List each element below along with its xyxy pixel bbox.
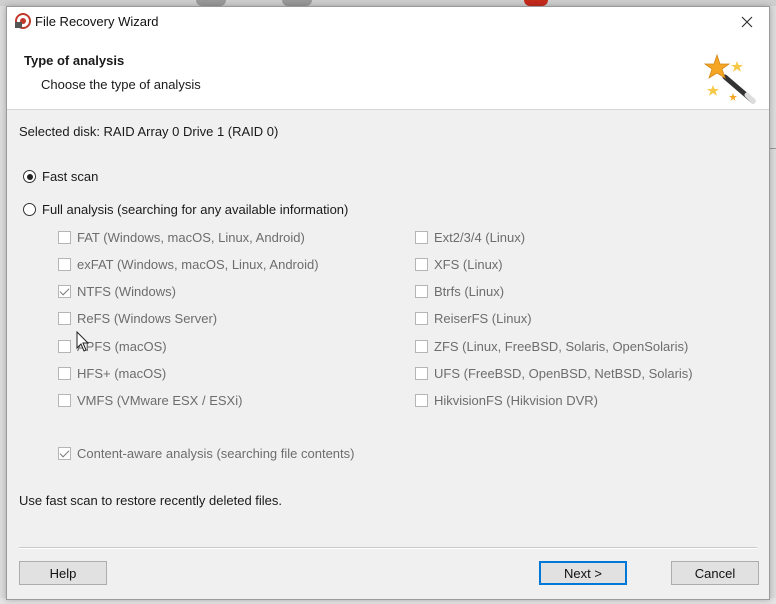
- page-title: Type of analysis: [24, 53, 125, 68]
- fast-scan-label[interactable]: Fast scan: [42, 169, 98, 184]
- content-aware-label[interactable]: Content-aware analysis (searching file c…: [77, 446, 354, 461]
- hikvisionfs-label[interactable]: HikvisionFS (Hikvision DVR): [434, 393, 598, 408]
- full-analysis-label[interactable]: Full analysis (searching for any availab…: [42, 202, 348, 217]
- refs-checkbox[interactable]: [58, 312, 71, 325]
- reiserfs-checkbox[interactable]: [415, 312, 428, 325]
- title-bar[interactable]: File Recovery Wizard: [7, 7, 769, 37]
- hfs-plus-checkbox[interactable]: [58, 367, 71, 380]
- wizard-header: Type of analysis Choose the type of anal…: [7, 37, 769, 110]
- background-element: [770, 148, 776, 149]
- wizard-content: Selected disk: RAID Array 0 Drive 1 (RAI…: [7, 110, 769, 599]
- xfs-label[interactable]: XFS (Linux): [434, 257, 503, 272]
- ext-label[interactable]: Ext2/3/4 (Linux): [434, 230, 525, 245]
- next-button[interactable]: Next >: [539, 561, 627, 585]
- fat-checkbox[interactable]: [58, 231, 71, 244]
- ntfs-label[interactable]: NTFS (Windows): [77, 284, 176, 299]
- apfs-label[interactable]: APFS (macOS): [77, 339, 167, 354]
- refs-label[interactable]: ReFS (Windows Server): [77, 311, 217, 326]
- zfs-checkbox[interactable]: [415, 340, 428, 353]
- btrfs-checkbox[interactable]: [415, 285, 428, 298]
- vmfs-checkbox[interactable]: [58, 394, 71, 407]
- content-aware-checkbox[interactable]: [58, 447, 71, 460]
- hint-text: Use fast scan to restore recently delete…: [19, 493, 283, 508]
- cancel-button[interactable]: Cancel: [671, 561, 759, 585]
- zfs-label[interactable]: ZFS (Linux, FreeBSD, Solaris, OpenSolari…: [434, 339, 688, 354]
- ntfs-checkbox[interactable]: [58, 285, 71, 298]
- file-recovery-wizard-dialog: File Recovery Wizard Type of analysis Ch…: [6, 6, 770, 600]
- full-analysis-radio[interactable]: [23, 203, 36, 216]
- ufs-checkbox[interactable]: [415, 367, 428, 380]
- vmfs-label[interactable]: VMFS (VMware ESX / ESXi): [77, 393, 242, 408]
- help-button[interactable]: Help: [19, 561, 107, 585]
- selected-disk-label: Selected disk: RAID Array 0 Drive 1 (RAI…: [19, 124, 279, 139]
- xfs-checkbox[interactable]: [415, 258, 428, 271]
- fat-label[interactable]: FAT (Windows, macOS, Linux, Android): [77, 230, 305, 245]
- ufs-label[interactable]: UFS (FreeBSD, OpenBSD, NetBSD, Solaris): [434, 366, 693, 381]
- close-button[interactable]: [725, 7, 769, 37]
- reiserfs-label[interactable]: ReiserFS (Linux): [434, 311, 532, 326]
- apfs-checkbox[interactable]: [58, 340, 71, 353]
- hfs-plus-label[interactable]: HFS+ (macOS): [77, 366, 166, 381]
- close-icon: [741, 16, 753, 28]
- exfat-checkbox[interactable]: [58, 258, 71, 271]
- fast-scan-radio[interactable]: [23, 170, 36, 183]
- exfat-label[interactable]: exFAT (Windows, macOS, Linux, Android): [77, 257, 319, 272]
- window-title: File Recovery Wizard: [35, 14, 159, 29]
- btrfs-label[interactable]: Btrfs (Linux): [434, 284, 504, 299]
- magic-wand-icon: [703, 53, 756, 104]
- page-subtitle: Choose the type of analysis: [41, 77, 201, 92]
- footer-separator: [19, 547, 757, 549]
- ext-checkbox[interactable]: [415, 231, 428, 244]
- mouse-cursor-icon: [76, 331, 90, 352]
- hikvisionfs-checkbox[interactable]: [415, 394, 428, 407]
- app-icon: [15, 13, 31, 29]
